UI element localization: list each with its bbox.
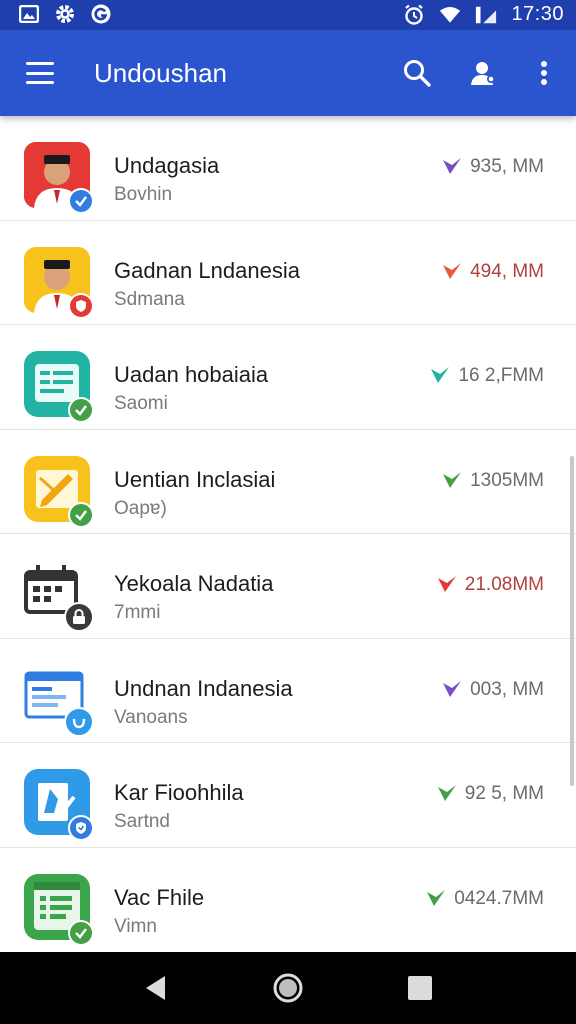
item-title: Vac Fhile bbox=[114, 884, 205, 910]
navigation-bar bbox=[0, 952, 576, 1024]
download-size: 21.08MM bbox=[437, 574, 544, 596]
gallery-icon bbox=[18, 3, 40, 25]
item-subtitle: 7mmi bbox=[114, 602, 161, 623]
list-item[interactable]: Gadnan Lndanesia Sdmana 494, MM bbox=[0, 221, 576, 325]
lock-badge-icon bbox=[64, 602, 94, 632]
item-title: Gadnan Lndanesia bbox=[114, 257, 300, 283]
list-item[interactable]: Yekoala Nadatia 7mmi 21.08MM bbox=[0, 534, 576, 639]
page-title: Undoushan bbox=[94, 58, 227, 88]
size-label: 16 2,FMM bbox=[458, 365, 544, 386]
download-size: 16 2,FMM bbox=[430, 365, 544, 387]
home-icon[interactable] bbox=[266, 966, 310, 1010]
chevron-down-icon bbox=[427, 889, 446, 906]
back-icon[interactable] bbox=[134, 966, 178, 1010]
chevron-down-icon bbox=[443, 262, 462, 279]
clock: 17:30 bbox=[511, 3, 564, 25]
item-title: Undagasia bbox=[114, 153, 220, 178]
spreadsheet-icon bbox=[24, 873, 94, 946]
check-badge-icon bbox=[68, 397, 94, 423]
shield-badge-icon bbox=[68, 815, 94, 841]
list-item[interactable]: Vac Fhile Vimn 0424.7MM bbox=[0, 848, 576, 953]
item-title: Yekoala Nadatia bbox=[114, 571, 274, 596]
item-subtitle: Oapɐ) bbox=[114, 497, 167, 519]
search-icon[interactable] bbox=[396, 52, 438, 94]
size-label: 935, MM bbox=[470, 156, 544, 177]
calendar-lock-icon bbox=[24, 560, 94, 632]
wifi-icon bbox=[439, 4, 461, 26]
download-size: 003, MM bbox=[442, 679, 544, 701]
item-subtitle: Sdmana bbox=[114, 288, 185, 310]
document-icon bbox=[24, 351, 94, 423]
list-item[interactable]: Undagasia Bovhin 935, MM bbox=[0, 116, 576, 221]
check-badge-icon bbox=[68, 501, 94, 528]
item-subtitle: Vimn bbox=[114, 915, 157, 937]
item-subtitle: Saomi bbox=[114, 393, 168, 414]
account-icon[interactable] bbox=[462, 52, 504, 94]
download-size: 935, MM bbox=[442, 156, 544, 178]
download-size: 494, MM bbox=[442, 261, 544, 283]
check-badge-icon bbox=[68, 919, 94, 946]
size-label: 92 5, MM bbox=[464, 783, 544, 804]
shield-badge-icon bbox=[68, 292, 94, 319]
edit-doc-icon bbox=[24, 769, 94, 841]
list-item[interactable]: Undnan Indanesia Vanoans 003, MM bbox=[0, 639, 576, 743]
chevron-down-icon bbox=[443, 158, 462, 174]
size-label: 1305MM bbox=[470, 469, 544, 491]
item-subtitle: Sartnd bbox=[114, 811, 170, 832]
item-subtitle: Bovhin bbox=[114, 184, 173, 205]
size-label: 494, MM bbox=[470, 260, 544, 282]
item-subtitle: Vanoans bbox=[114, 706, 188, 728]
download-size: 0424.7MM bbox=[426, 888, 544, 910]
alarm-icon bbox=[403, 4, 425, 26]
g-icon bbox=[90, 3, 112, 25]
list-item[interactable]: Kar Fioohhila Sartnd 92 5, MM bbox=[0, 743, 576, 848]
chevron-down-icon bbox=[437, 785, 456, 801]
menu-icon[interactable] bbox=[22, 56, 58, 90]
item-title: Uentian Inclasiai bbox=[114, 466, 276, 492]
chevron-down-icon bbox=[431, 367, 450, 383]
chevron-down-icon bbox=[437, 576, 456, 592]
status-bar: 17:30 bbox=[0, 0, 576, 30]
scrollbar[interactable] bbox=[570, 456, 574, 786]
size-label: 21.08MM bbox=[464, 574, 544, 595]
list-item[interactable]: Uentian Inclasiai Oapɐ) 1305MM bbox=[0, 430, 576, 534]
portrait-icon bbox=[24, 246, 94, 319]
settings-icon bbox=[54, 3, 76, 25]
size-label: 0424.7MM bbox=[454, 887, 544, 909]
recents-icon[interactable] bbox=[398, 966, 442, 1010]
item-title: Uadan hobaiaia bbox=[114, 362, 269, 387]
download-size: 1305MM bbox=[442, 470, 544, 492]
app-bar: Undoushan bbox=[0, 30, 576, 116]
check-badge-icon bbox=[68, 188, 94, 214]
chevron-down-icon bbox=[443, 680, 462, 697]
item-title: Kar Fioohhila bbox=[114, 780, 244, 805]
signal-icon bbox=[475, 4, 497, 26]
edit-note-icon bbox=[24, 455, 94, 528]
list-item[interactable]: Uadan hobaiaia Saomi 16 2,FMM bbox=[0, 325, 576, 430]
more-vert-icon[interactable] bbox=[523, 52, 565, 94]
item-title: Undnan Indanesia bbox=[114, 675, 293, 701]
download-list: Undagasia Bovhin 935, MM Gadnan Lndanesi… bbox=[0, 116, 576, 952]
shield-badge-icon bbox=[64, 706, 94, 737]
size-label: 003, MM bbox=[470, 678, 544, 700]
chevron-down-icon bbox=[443, 471, 462, 488]
portrait-icon bbox=[24, 142, 94, 214]
browser-window-icon bbox=[24, 665, 94, 737]
download-size: 92 5, MM bbox=[437, 783, 544, 805]
